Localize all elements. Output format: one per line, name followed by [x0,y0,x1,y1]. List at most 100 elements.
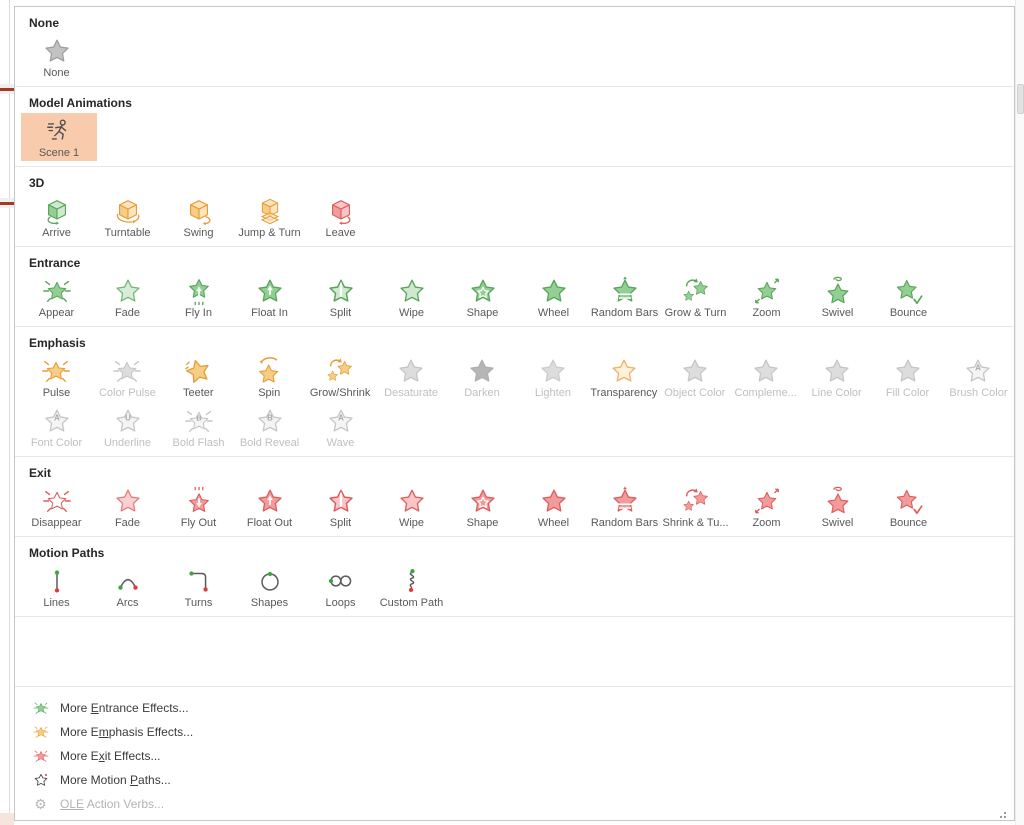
shrink-tu-icon [681,484,711,517]
effect-label: Split [330,517,351,530]
effect-shapes[interactable]: Shapes [234,563,305,611]
effect-float-out[interactable]: Float Out [234,483,305,531]
effect-fly-out[interactable]: Fly Out [163,483,234,531]
effect-grow-turn[interactable]: Grow & Turn [660,273,731,321]
gear-icon: ⚙ [32,796,49,813]
shapes-icon [255,564,285,597]
effect-label: Fill Color [886,387,929,400]
effect-compleme: Compleme... [730,353,801,401]
effect-transparency[interactable]: Transparency [588,353,659,401]
fill-color-icon [893,354,923,387]
leave-icon [326,194,356,227]
effect-random-bars[interactable]: Random Bars [589,273,660,321]
effect-lines[interactable]: Lines [21,563,92,611]
effect-wave: AWave [305,403,376,451]
star-red-icon [32,748,49,765]
effect-label: Turntable [104,227,150,240]
effect-split[interactable]: Split [305,273,376,321]
effect-wipe[interactable]: Wipe [376,273,447,321]
fade-icon [113,484,143,517]
window-scrollbar[interactable] [1015,0,1024,825]
effect-spin[interactable]: Spin [234,353,305,401]
effect-loops[interactable]: Loops [305,563,376,611]
section-none: NoneNone [15,7,1014,87]
scrollbar-thumb[interactable] [1017,84,1024,114]
section-3d: 3D Arrive Turntable Swing Jump & Turn Le… [15,167,1014,247]
effect-label: Underline [104,437,151,450]
effect-leave[interactable]: Leave [305,193,376,241]
label-text: More [60,701,91,715]
menu-item-more-entrance-effects[interactable]: More Entrance Effects... [15,696,1014,720]
effect-wheel[interactable]: Wheel [518,273,589,321]
disappear-icon [42,484,72,517]
effect-jump-turn[interactable]: Jump & Turn [234,193,305,241]
section-model-animations: Model Animations Scene 1 [15,87,1014,167]
effect-fade[interactable]: Fade [92,273,163,321]
menu-item-more-exit-effects[interactable]: More Exit Effects... [15,744,1014,768]
effect-shrink-tu[interactable]: Shrink & Tu... [660,483,731,531]
effect-line-color: Line Color [801,353,872,401]
effect-arrive[interactable]: Arrive [21,193,92,241]
jump-turn-icon [255,194,285,227]
effect-shape[interactable]: Shape [447,483,518,531]
effect-split[interactable]: Split [305,483,376,531]
float-in-icon [255,274,285,307]
effects-row: Arrive Turntable Swing Jump & Turn Leave [15,193,1014,241]
effect-swivel[interactable]: Swivel [802,273,873,321]
loops-icon [326,564,356,597]
menu-item-ole-action-verbs: ⚙OLE Action Verbs... [15,792,1014,816]
effect-label: Swivel [822,307,854,320]
effect-bounce[interactable]: Bounce [873,273,944,321]
effect-fly-in[interactable]: Fly In [163,273,234,321]
effect-label: Appear [39,307,74,320]
fade-icon [113,274,143,307]
effect-zoom[interactable]: Zoom [731,273,802,321]
effect-grow-shrink[interactable]: Grow/Shrink [305,353,376,401]
effect-turns[interactable]: Turns [163,563,234,611]
effect-label: Pulse [43,387,71,400]
effect-label: Wheel [538,307,569,320]
effect-label: Shape [467,307,499,320]
effect-label: Custom Path [380,597,444,610]
effect-disappear[interactable]: Disappear [21,483,92,531]
menu-item-label: More Emphasis Effects... [60,725,193,739]
resize-grip[interactable] [996,812,1006,821]
effect-scene-1[interactable]: Scene 1 [21,113,97,161]
effect-label: Transparency [590,387,657,400]
effect-arcs[interactable]: Arcs [92,563,163,611]
section-exit: Exit DisappearFade Fly OutFloat OutSplit… [15,457,1014,537]
effect-swivel[interactable]: Swivel [802,483,873,531]
effect-zoom[interactable]: Zoom [731,483,802,531]
effect-label: Fly In [185,307,212,320]
menu-item-more-motion-paths[interactable]: More Motion Paths... [15,768,1014,792]
effect-custom-path[interactable]: Custom Path [376,563,447,611]
effect-label: Bold Reveal [240,437,299,450]
effect-wheel[interactable]: Wheel [518,483,589,531]
effect-shape[interactable]: Shape [447,273,518,321]
effect-fade[interactable]: Fade [92,483,163,531]
wheel-icon [539,484,569,517]
effect-none[interactable]: None [21,33,92,81]
line-color-icon [822,354,852,387]
effect-teeter[interactable]: Teeter [163,353,234,401]
star-outline-icon [32,772,49,789]
section-entrance: Entrance AppearFade Fly InFloat InSplitW… [15,247,1014,327]
effect-random-bars[interactable]: Random Bars [589,483,660,531]
bold-reveal-icon: B [255,404,285,437]
effect-label: Shape [467,517,499,530]
effect-label: Object Color [664,387,725,400]
menu-item-label: More Entrance Effects... [60,701,189,715]
section-title: Emphasis [29,336,1014,350]
effect-pulse[interactable]: Pulse [21,353,92,401]
effect-bounce[interactable]: Bounce [873,483,944,531]
effect-float-in[interactable]: Float In [234,273,305,321]
effect-swing[interactable]: Swing [163,193,234,241]
zoom-icon [752,484,782,517]
effect-label: Fly Out [181,517,216,530]
effect-appear[interactable]: Appear [21,273,92,321]
menu-item-more-emphasis-effects[interactable]: More Emphasis Effects... [15,720,1014,744]
effect-turntable[interactable]: Turntable [92,193,163,241]
effect-wipe[interactable]: Wipe [376,483,447,531]
background-red-divider [0,202,14,205]
lines-icon [42,564,72,597]
